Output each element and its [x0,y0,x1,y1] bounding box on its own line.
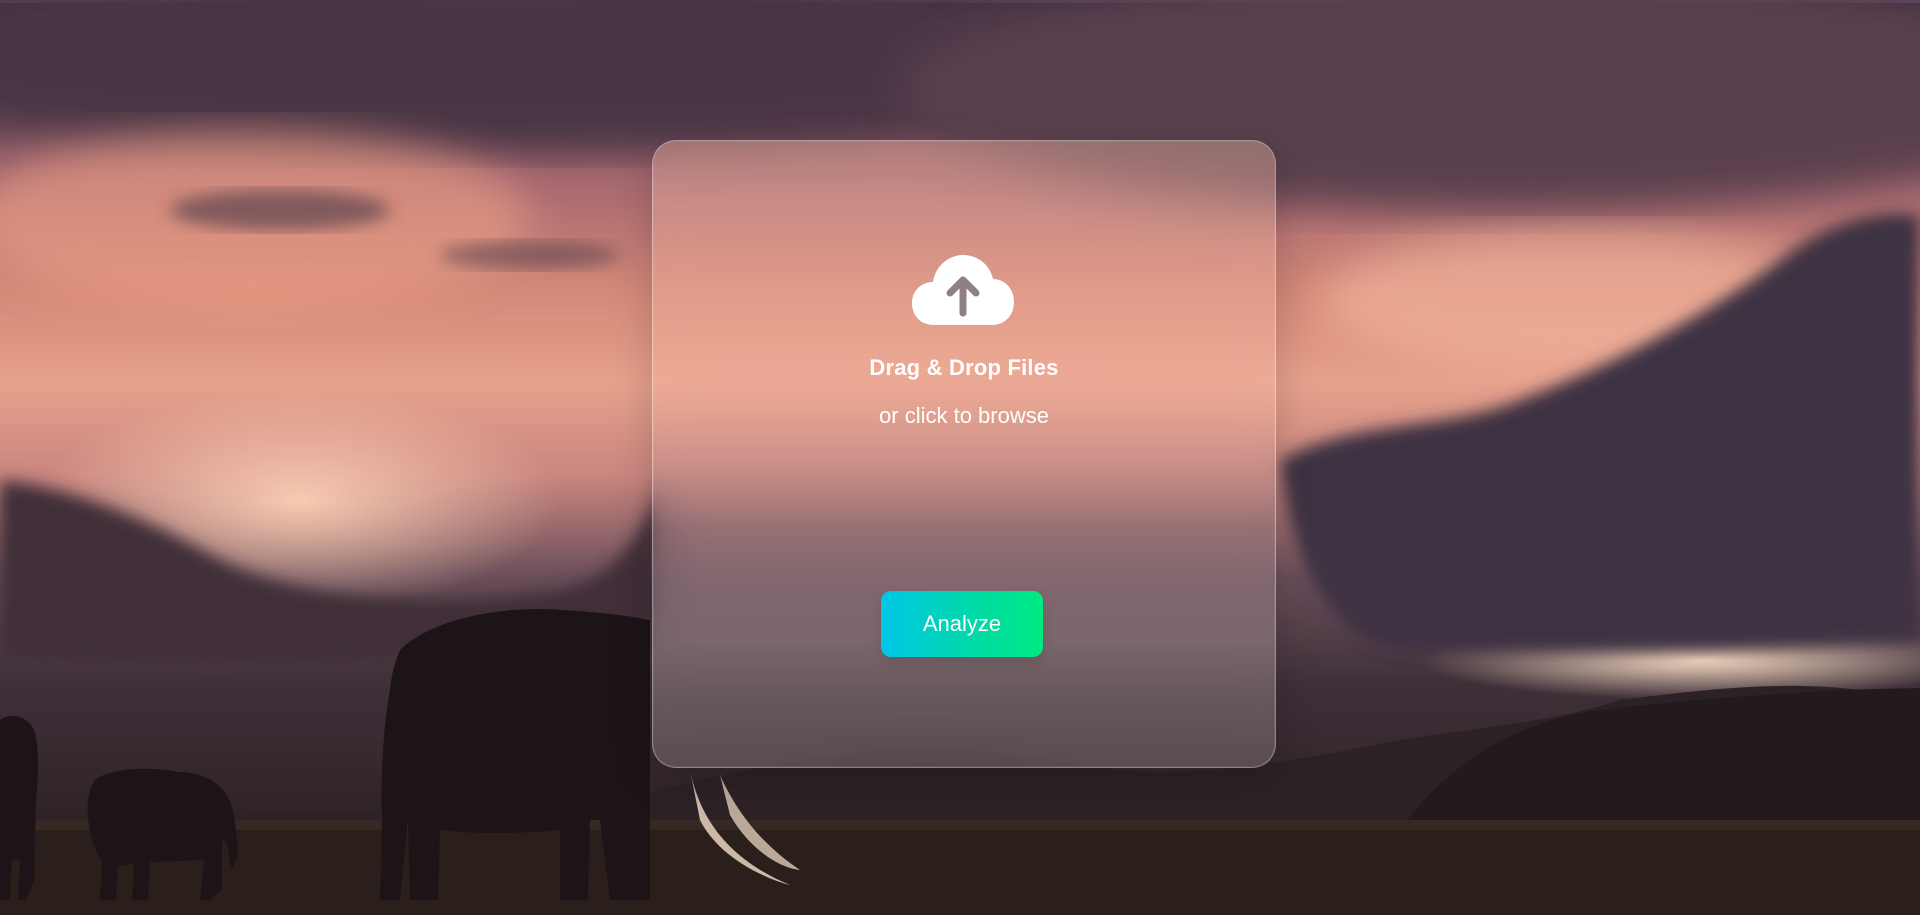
background-scene: Drag & Drop Files or click to browse Ana… [0,0,1920,915]
cloud-upload-icon [912,255,1014,325]
drop-title: Drag & Drop Files [869,355,1059,380]
analyze-button[interactable]: Analyze [881,591,1043,657]
drop-subtitle: or click to browse [879,403,1049,428]
upload-card: Drag & Drop Files or click to browse Ana… [652,140,1276,768]
file-drop-zone[interactable]: Drag & Drop Files or click to browse [653,141,1275,561]
